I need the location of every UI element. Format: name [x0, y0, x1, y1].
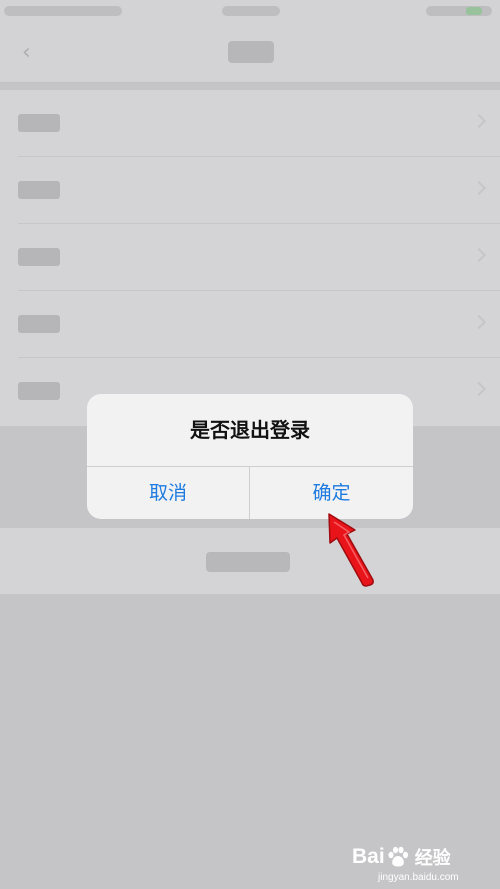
- logout-button-label: [206, 552, 290, 572]
- list-item-label: [18, 382, 60, 400]
- watermark-logo-text: Bai: [352, 845, 385, 868]
- logout-row: [0, 528, 500, 594]
- list-item-label: [18, 181, 60, 199]
- settings-list: [0, 90, 500, 426]
- list-item: [0, 90, 500, 157]
- back-icon: ‹: [22, 40, 31, 65]
- page-title: [228, 41, 274, 63]
- watermark-url: jingyan.baidu.com: [378, 872, 459, 883]
- chevron-right-icon: [471, 113, 487, 129]
- annotation-arrow-icon: [328, 513, 374, 587]
- list-item: [0, 291, 500, 358]
- chevron-right-icon: [471, 381, 487, 397]
- paw-icon: [388, 846, 408, 867]
- list-item: [0, 157, 500, 224]
- status-bar: [0, 0, 500, 24]
- status-bar-time: [222, 6, 280, 16]
- watermark-logo: Bai 经验: [352, 843, 451, 871]
- status-bar-battery: [426, 6, 492, 16]
- dialog-title: 是否退出登录: [190, 418, 310, 442]
- nav-bar: ‹: [0, 24, 500, 83]
- chevron-right-icon: [471, 180, 487, 196]
- logout-confirm-dialog: 是否退出登录 取消 确定: [87, 394, 413, 519]
- cancel-button[interactable]: 取消: [87, 467, 249, 519]
- list-item-label: [18, 315, 60, 333]
- list-item-label: [18, 248, 60, 266]
- chevron-right-icon: [471, 247, 487, 263]
- watermark-logo-subtitle: 经验: [414, 848, 451, 868]
- chevron-right-icon: [471, 314, 487, 330]
- status-bar-carrier: [4, 6, 122, 16]
- baidu-jingyan-watermark: Bai 经验 jingyan.baidu.com: [352, 843, 500, 887]
- list-item: [0, 224, 500, 291]
- list-item-label: [18, 114, 60, 132]
